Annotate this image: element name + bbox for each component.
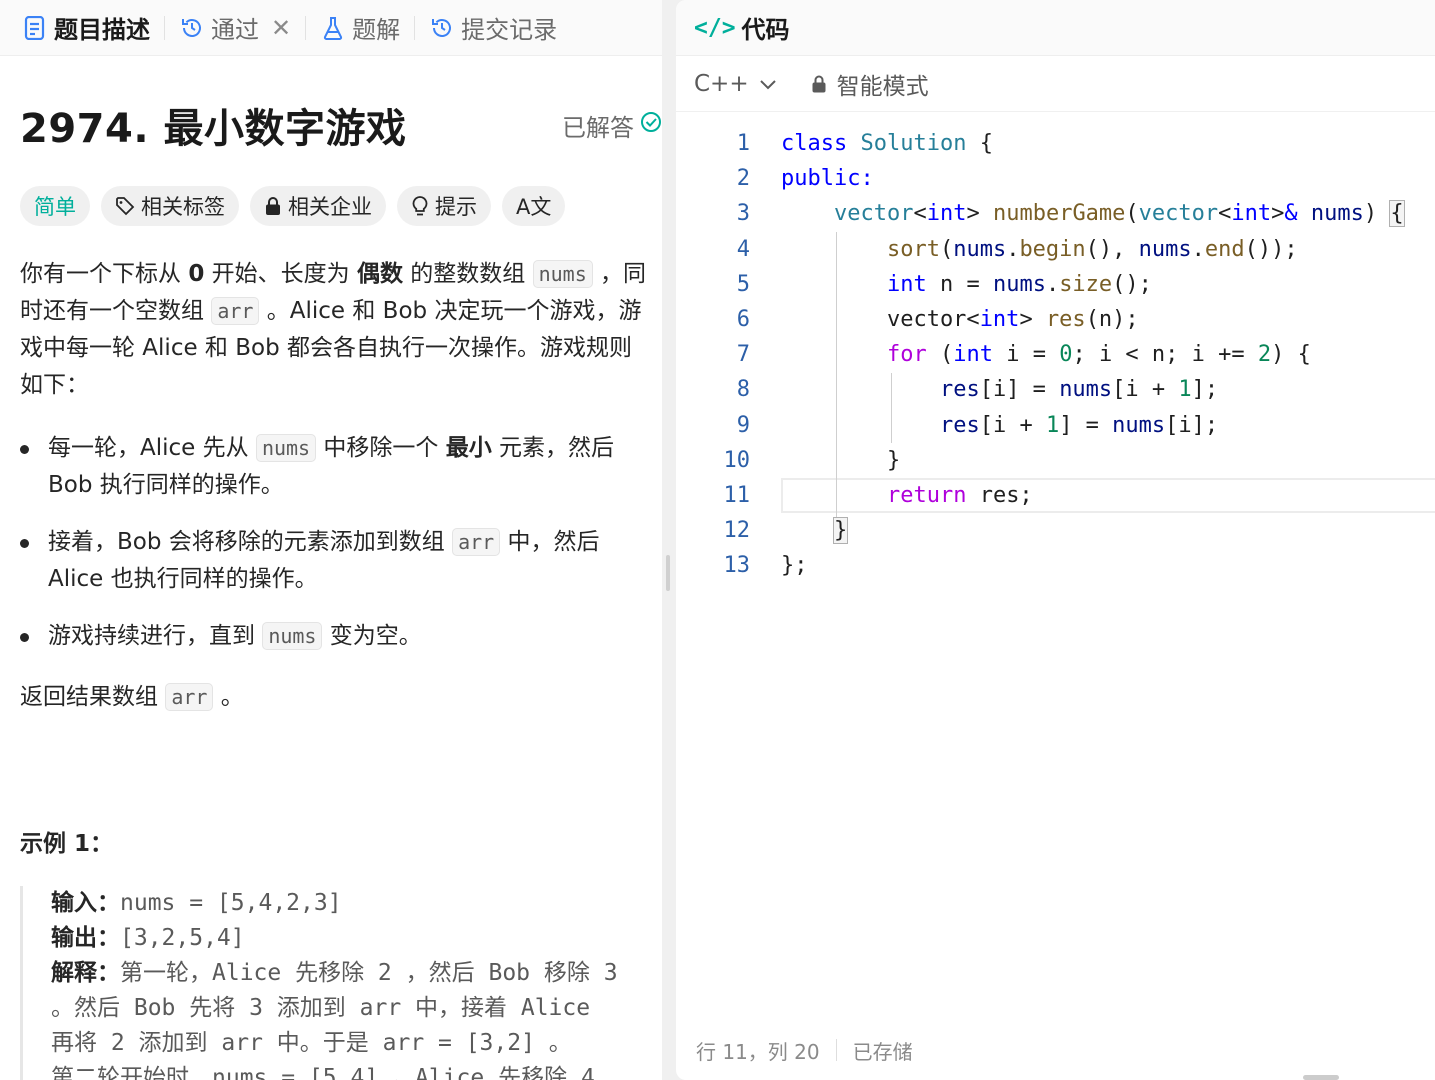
bulb-icon bbox=[411, 195, 429, 217]
lock-icon bbox=[264, 196, 282, 216]
inline-code: arr bbox=[452, 528, 501, 556]
problem-panel: 题目描述 通过 ✕ 题解 提交记录 2974. 最小数字游戏 已解答 简单 相关… bbox=[0, 0, 662, 1080]
tab-divider bbox=[414, 15, 416, 40]
related-companies-button[interactable]: 相关企业 bbox=[250, 186, 386, 226]
solved-label: 已解答 bbox=[562, 113, 634, 142]
line-number: 7 bbox=[736, 342, 750, 368]
save-status: 已存储 bbox=[852, 1039, 913, 1064]
inline-code: arr bbox=[165, 683, 214, 711]
inline-code: nums bbox=[262, 622, 323, 650]
document-icon bbox=[22, 15, 48, 41]
chevron-down-icon bbox=[759, 78, 777, 90]
tab-submissions-label: 提交记录 bbox=[461, 16, 558, 44]
history-icon bbox=[429, 15, 455, 41]
tag-icon bbox=[115, 196, 135, 216]
code-panel-title: 代码 bbox=[741, 16, 790, 44]
problem-title[interactable]: 2974. 最小数字游戏 bbox=[20, 96, 406, 154]
smart-mode-label: 智能模式 bbox=[836, 73, 929, 100]
difficulty-badge: 简单 bbox=[20, 186, 90, 226]
tab-divider bbox=[164, 15, 165, 40]
related-tags-label: 相关标签 bbox=[141, 195, 225, 219]
hint-button[interactable]: 提示 bbox=[397, 186, 491, 226]
tab-accepted[interactable]: 通过 ✕ bbox=[171, 0, 299, 56]
code-panel-header: </> 代码 bbox=[676, 0, 1435, 56]
history-icon bbox=[179, 15, 205, 41]
code-line: res[i + 1] = nums[i]; bbox=[939, 412, 1219, 438]
tab-submissions[interactable]: 提交记录 bbox=[421, 0, 565, 56]
language-label: C++ bbox=[694, 70, 749, 97]
code-line: }; bbox=[781, 553, 808, 579]
translate-button[interactable]: A文 bbox=[502, 186, 566, 226]
example-title: 示例 1： bbox=[20, 831, 114, 857]
code-line: } bbox=[832, 517, 849, 545]
tab-divider bbox=[305, 15, 307, 40]
panel-splitter[interactable] bbox=[662, 0, 676, 1080]
splitter-handle[interactable] bbox=[666, 555, 670, 591]
language-select[interactable]: C++ bbox=[694, 71, 777, 97]
tab-description[interactable]: 题目描述 bbox=[14, 0, 158, 56]
line-number: 6 bbox=[736, 306, 750, 332]
inline-code: nums bbox=[532, 260, 593, 288]
editor-toolbar: C++ 智能模式 bbox=[676, 56, 1435, 112]
tab-solutions[interactable]: 题解 bbox=[312, 0, 408, 56]
code-line: public: bbox=[781, 166, 874, 192]
line-number: 8 bbox=[736, 377, 750, 403]
tab-solutions-label: 题解 bbox=[352, 16, 401, 44]
scrollbar[interactable] bbox=[1303, 1075, 1339, 1080]
hint-label: 提示 bbox=[435, 195, 477, 219]
code-line: vector<int> numberGame(vector<int>& nums… bbox=[833, 200, 1405, 228]
code-line: return res; bbox=[886, 482, 1033, 508]
line-number: 9 bbox=[736, 412, 750, 438]
solved-status: 已解答 bbox=[562, 108, 662, 143]
related-tags-button[interactable]: 相关标签 bbox=[101, 186, 239, 226]
status-divider bbox=[835, 1039, 837, 1061]
line-number: 12 bbox=[723, 518, 751, 544]
flask-icon bbox=[320, 15, 346, 41]
inline-code: arr bbox=[211, 297, 260, 325]
check-circle-icon bbox=[640, 111, 662, 139]
code-panel: </> 代码 C++ 智能模式 1 class Solution { 2 publi… bbox=[676, 0, 1435, 1080]
code-line: sort(nums.begin(), nums.end()); bbox=[886, 236, 1298, 262]
line-number: 13 bbox=[723, 553, 751, 579]
tab-accepted-label: 通过 bbox=[211, 16, 259, 44]
problem-content: 2974. 最小数字游戏 已解答 简单 相关标签 相关企业 提示 A文 你有一个… bbox=[0, 56, 662, 1080]
list-item: 接着，Bob 会将移除的元素添加到数组 arr 中，然后 Alice 也执行同样… bbox=[20, 524, 650, 598]
code-line: int n = nums.size(); bbox=[886, 271, 1152, 297]
code-editor[interactable]: 1 class Solution { 2 public: 3 vector<int>… bbox=[676, 126, 1435, 583]
return-statement: 返回结果数组 arr 。 bbox=[20, 683, 244, 711]
example-block: 输入：nums = [5,4,2,3] 输出：[3,2,5,4] 解释：第一轮，… bbox=[20, 886, 662, 1080]
lock-icon bbox=[811, 74, 827, 94]
line-number: 5 bbox=[736, 271, 750, 297]
code-icon: </> bbox=[694, 14, 736, 41]
line-number: 4 bbox=[736, 236, 750, 262]
close-icon[interactable]: ✕ bbox=[271, 14, 291, 42]
problem-description: 你有一个下标从 0 开始、长度为 偶数 的整数数组 nums ，同时还有一个空数… bbox=[20, 260, 647, 398]
problem-tags: 简单 相关标签 相关企业 提示 A文 bbox=[20, 186, 662, 226]
tab-description-label: 题目描述 bbox=[54, 16, 150, 44]
line-number: 2 bbox=[736, 166, 750, 192]
list-item: 每一轮，Alice 先从 nums 中移除一个 最小 元素，然后 Bob 执行同… bbox=[20, 430, 650, 504]
editor-status-bar: 行 11，列 20 已存储 bbox=[676, 1020, 1435, 1080]
code-line: res[i] = nums[i + 1]; bbox=[939, 377, 1219, 403]
code-line: for (int i = 0; i < n; i += 2) { bbox=[886, 342, 1311, 368]
code-line: vector<int> res(n); bbox=[781, 306, 1139, 332]
inline-code: nums bbox=[255, 434, 317, 462]
rules-list: 每一轮，Alice 先从 nums 中移除一个 最小 元素，然后 Bob 执行同… bbox=[20, 430, 662, 655]
smart-mode-toggle[interactable]: 智能模式 bbox=[811, 67, 929, 101]
related-companies-label: 相关企业 bbox=[288, 195, 372, 219]
line-number: 11 bbox=[723, 482, 751, 508]
cursor-position: 行 11，列 20 bbox=[696, 1039, 820, 1064]
code-line: } bbox=[781, 447, 901, 473]
line-number: 3 bbox=[736, 201, 750, 227]
problem-tabs: 题目描述 通过 ✕ 题解 提交记录 bbox=[0, 0, 662, 56]
line-number: 1 bbox=[736, 131, 750, 156]
line-number: 10 bbox=[723, 447, 751, 473]
list-item: 游戏持续进行，直到 nums 变为空。 bbox=[20, 618, 650, 655]
code-line: class Solution { bbox=[781, 131, 993, 156]
